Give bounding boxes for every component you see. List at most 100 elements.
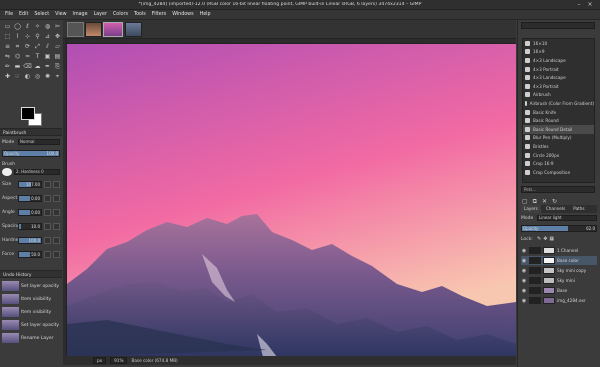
menu-edit[interactable]: Edit (16, 12, 31, 17)
hardness-slider[interactable]: 100.0 (18, 236, 42, 244)
layer-opacity-slider[interactable]: Opacity 62.0 (521, 224, 597, 232)
rect-select-icon[interactable]: ▭ (3, 22, 12, 31)
undo-item[interactable]: Rename Layer (2, 332, 60, 344)
smudge-icon[interactable]: ☞ (13, 72, 22, 81)
menu-image[interactable]: Image (70, 12, 91, 17)
visibility-eye-icon[interactable]: ◉ (521, 298, 527, 304)
layer-row[interactable]: ◉ img_4284.exr (521, 296, 597, 305)
brush-preset-item[interactable]: Airbrush (523, 91, 594, 100)
brush-preset-item[interactable]: Airbrush (Color From Gradient) (523, 99, 594, 108)
aspect-link-icon[interactable] (53, 194, 60, 202)
eraser-icon[interactable]: ⌫ (23, 62, 32, 71)
color-select-icon[interactable]: ◍ (43, 22, 52, 31)
perspective-icon[interactable]: ▱ (53, 42, 62, 51)
hardness-reset-icon[interactable] (44, 236, 51, 244)
visibility-eye-icon[interactable]: ◉ (521, 288, 527, 294)
menu-file[interactable]: File (2, 12, 16, 17)
move-icon[interactable]: ✥ (53, 32, 62, 41)
menu-layer[interactable]: Layer (91, 12, 110, 17)
brush-preset-item[interactable]: Basic Knife (523, 108, 594, 117)
brush-preview-icon[interactable] (2, 168, 12, 176)
layer-mode-select[interactable]: Linear light (537, 215, 597, 221)
menu-view[interactable]: View (52, 12, 69, 17)
size-reset-icon[interactable] (44, 180, 51, 188)
tab-channels[interactable]: Channels (543, 205, 568, 213)
angle-reset-icon[interactable] (44, 208, 51, 216)
layer-row[interactable]: ◉ Sky mini copy (521, 266, 597, 275)
flip-icon[interactable]: ⇋ (3, 52, 12, 61)
close-icon[interactable]: × (586, 1, 594, 9)
brush-preset-item[interactable]: 4×3 Portrait (523, 82, 594, 91)
zoom-icon[interactable]: ⚲ (33, 32, 42, 41)
ellipse-select-icon[interactable]: ◯ (13, 22, 22, 31)
visibility-eye-icon[interactable]: ◉ (521, 258, 527, 264)
clone-icon[interactable]: ⎘ (53, 62, 62, 71)
brush-preset-item[interactable]: Bristles (523, 142, 594, 151)
undo-item[interactable]: Item visibility (2, 306, 60, 318)
free-select-icon[interactable]: ℓ (23, 22, 32, 31)
tab-layers[interactable]: Layers (521, 205, 541, 213)
brush-preset-item[interactable]: Crop 16:9 (523, 159, 594, 168)
brush-preset-item[interactable]: Basic Round Detail (523, 124, 594, 134)
brush-preset-item[interactable]: 4×3 Landscape (523, 56, 594, 65)
image-canvas[interactable] (67, 44, 516, 357)
undo-item[interactable]: Set layer opacity (2, 319, 60, 331)
layer-row[interactable]: ◉ Sky mini (521, 276, 597, 285)
layer-row[interactable]: ◉ 1 Channel (521, 246, 597, 255)
angle-link-icon[interactable] (53, 208, 60, 216)
rotate-icon[interactable]: ⟳ (23, 42, 32, 51)
image-tab-portrait[interactable] (85, 22, 102, 37)
cage-icon[interactable]: ⌬ (13, 52, 22, 61)
spacing-link-icon[interactable] (53, 222, 60, 230)
brush-preset-item[interactable]: Circle 200px (523, 151, 594, 160)
layer-row[interactable]: ◉ Base color (521, 256, 597, 265)
dodge-icon[interactable]: ◐ (23, 72, 32, 81)
force-link-icon[interactable] (53, 250, 60, 258)
measure-icon[interactable]: ⊿ (43, 32, 52, 41)
image-tab-dark[interactable] (67, 22, 84, 37)
menu-colors[interactable]: Colors (110, 12, 131, 17)
brush-preset-item[interactable]: 16×9 (523, 48, 594, 57)
brush-preset-item[interactable]: Basic Round (523, 116, 594, 125)
blur-icon[interactable]: ◎ (33, 72, 42, 81)
zoom-select[interactable]: 91% (110, 357, 128, 364)
visibility-eye-icon[interactable]: ◉ (521, 268, 527, 274)
foreground-color[interactable] (21, 107, 35, 120)
ink-icon[interactable]: ✒ (43, 62, 52, 71)
force-reset-icon[interactable] (44, 250, 51, 258)
mode-select[interactable]: Normal (18, 139, 60, 145)
crop-icon[interactable]: ⌗ (13, 42, 22, 51)
paintbrush-icon[interactable]: ▬ (13, 62, 22, 71)
brush-preset-item[interactable]: Blur Pen (Multiply) (523, 134, 594, 143)
aspect-slider[interactable]: 0.00 (18, 194, 42, 202)
menu-tools[interactable]: Tools (131, 12, 149, 17)
undo-item[interactable]: Item visibility (2, 293, 60, 305)
brush-preset-item[interactable]: 4×3 Landscape (523, 73, 594, 82)
force-slider[interactable]: 50.0 (18, 250, 42, 258)
hardness-link-icon[interactable] (53, 236, 60, 244)
menu-filters[interactable]: Filters (149, 12, 169, 17)
handle-icon[interactable]: ⌖ (53, 72, 62, 81)
mypaint-icon[interactable]: ✺ (43, 72, 52, 81)
color-picker-icon[interactable]: ⊹ (23, 32, 32, 41)
airbrush-icon[interactable]: ☁ (33, 62, 42, 71)
brush-preset-item[interactable]: 4×3 Portrait (523, 65, 594, 74)
menu-select[interactable]: Select (31, 12, 52, 17)
lock-pixels-icon[interactable]: ✎ (537, 236, 541, 242)
text-icon[interactable]: T (33, 52, 42, 61)
size-link-icon[interactable] (53, 180, 60, 188)
bucket-icon[interactable]: ▣ (43, 52, 52, 61)
foreground-select-icon[interactable]: ⬚ (3, 32, 12, 41)
brush-name[interactable]: 2. Hardness 0 (14, 169, 60, 175)
angle-slider[interactable]: 0.00 (18, 208, 42, 216)
lock-alpha-icon[interactable]: ▦ (549, 236, 554, 242)
tab-paths[interactable]: Paths (570, 205, 587, 213)
spacing-reset-icon[interactable] (44, 222, 51, 230)
lock-position-icon[interactable]: ✥ (543, 236, 547, 242)
fuzzy-select-icon[interactable]: ✧ (33, 22, 42, 31)
aspect-reset-icon[interactable] (44, 194, 51, 202)
gradient-icon[interactable]: ▤ (53, 52, 62, 61)
brush-filter[interactable] (521, 22, 595, 29)
brush-preset-item[interactable]: Crop Composition (523, 168, 594, 177)
align-icon[interactable]: ≡ (3, 42, 12, 51)
